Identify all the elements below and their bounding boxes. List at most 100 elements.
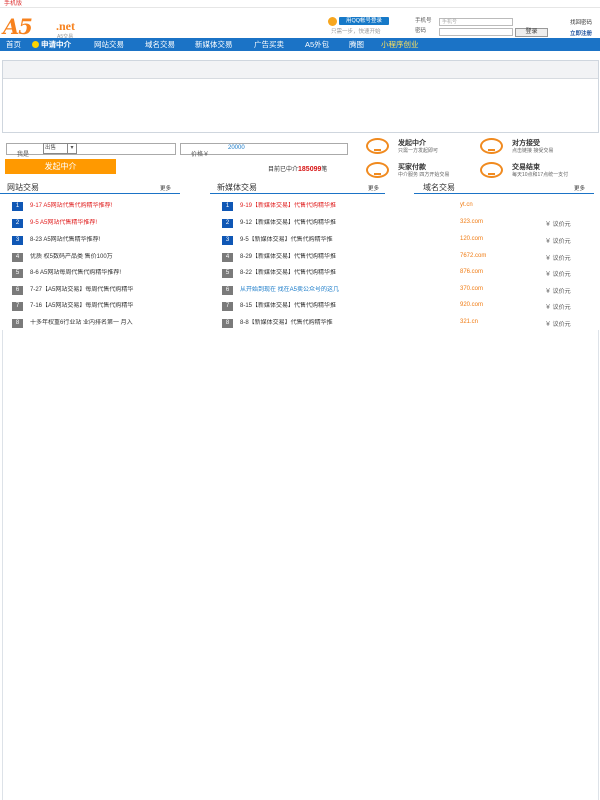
list-item-text[interactable]: 9-12【新媒体交易】代售代购精华推 <box>240 219 383 228</box>
step-finish: 交易结束 每天10点和17点统一支付 <box>474 160 594 180</box>
domain-price: ￥ 议价元 <box>545 272 571 278</box>
rank-badge: 2 <box>222 219 233 228</box>
list-item-text[interactable]: 9-5【新媒体交易】代售代购精华推 <box>240 236 383 245</box>
list-item[interactable]: 920.com ￥ 议价元 <box>414 300 594 316</box>
list-item[interactable]: 2 9-5 A5网站代售精华推荐! <box>0 217 180 233</box>
column-title: 网站交易 <box>7 183 39 192</box>
mobile-version-link[interactable]: 手机版 <box>4 0 22 8</box>
qq-login-button[interactable]: 用QQ帐号登录 <box>339 17 389 25</box>
rank-badge: 7 <box>222 302 233 311</box>
nav-tengtu[interactable]: 腾图 <box>349 38 364 51</box>
price-input[interactable]: 20000 <box>228 145 245 151</box>
list-item-text[interactable]: 9-19【新媒体交易】代售代购精华推 <box>240 202 383 211</box>
list-item-text[interactable]: 9-5 A5网站代售精华推荐! <box>30 219 180 228</box>
rank-badge: 2 <box>12 219 23 228</box>
list-item[interactable]: 6 从开始到现在 找在A5卖公众号的这几 <box>210 284 385 300</box>
password-input[interactable] <box>439 28 513 36</box>
domain-name[interactable]: 323.com <box>460 219 483 225</box>
list-item[interactable]: 5 8-22【新媒体交易】代售代购精华推 <box>210 267 385 283</box>
nav-mini-program[interactable]: 小程序创业 <box>381 38 419 51</box>
rank-badge: 8 <box>12 319 23 328</box>
nav-apply-escrow[interactable]: 申请中介 <box>32 38 71 51</box>
website-trade-list: 网站交易 更多 1 9-17 A5网站代售代购精华推荐! 2 9-5 A5网站代售精… <box>0 178 180 328</box>
escrow-count-number: 185099 <box>298 166 322 173</box>
list-item[interactable]: 1 9-19【新媒体交易】代售代购精华推 <box>210 200 385 216</box>
domain-name[interactable]: 7672.com <box>460 253 486 259</box>
password-label: 密码 <box>415 28 427 34</box>
list-item-text[interactable]: 8-23 A5网站代售精华推荐! <box>30 236 180 245</box>
domain-name[interactable]: 876.com <box>460 269 483 275</box>
list-item-text[interactable]: 9-17 A5网站代售代购精华推荐! <box>30 202 180 211</box>
domain-name[interactable]: 120.com <box>460 236 483 242</box>
list-item-text[interactable]: 8-22【新媒体交易】代售代购精华推 <box>240 269 383 278</box>
rank-badge: 7 <box>12 302 23 311</box>
qq-login[interactable]: 用QQ帐号登录 <box>328 17 389 26</box>
role-select[interactable]: 出售 ▾ <box>43 143 77 154</box>
list-item-text[interactable]: 8-29【新媒体交易】代售代购精华推 <box>240 253 383 262</box>
accept-icon <box>480 138 503 154</box>
domain-name[interactable]: 370.com <box>460 286 483 292</box>
list-item[interactable]: 7672.com ￥ 议价元 <box>414 251 594 267</box>
list-item-text[interactable]: 十多年权重6行业站 业内排名第一 月入 <box>30 319 180 328</box>
login-button[interactable]: 登录 <box>515 28 548 37</box>
more-link[interactable]: 更多 <box>368 184 379 192</box>
list-item[interactable]: 5 8-6 A5网站每周代售代购精华推荐! <box>0 267 180 283</box>
list-item-text[interactable]: 7-16【A5网站交易】每周代售代购精华 <box>30 302 178 311</box>
rank-badge: 6 <box>222 286 233 295</box>
list-item[interactable]: 2 9-12【新媒体交易】代售代购精华推 <box>210 217 385 233</box>
rank-badge: 3 <box>12 236 23 245</box>
rank-badge: 6 <box>12 286 23 295</box>
list-item[interactable]: 6 7-27【A5网站交易】每周代售代购精华 <box>0 284 180 300</box>
rank-badge: 1 <box>12 202 23 211</box>
nav-ads[interactable]: 广告买卖 <box>254 38 284 51</box>
top-bar: 手机版 <box>0 0 600 8</box>
rank-badge: 3 <box>222 236 233 245</box>
phone-input[interactable]: 手机号 <box>439 18 513 26</box>
list-item[interactable]: 323.com ￥ 议价元 <box>414 217 594 233</box>
more-link[interactable]: 更多 <box>160 184 171 192</box>
badge-icon <box>32 41 39 48</box>
list-item[interactable]: 3 8-23 A5网站代售精华推荐! <box>0 234 180 250</box>
nav-newmedia-trade[interactable]: 新媒体交易 <box>195 38 233 51</box>
list-item[interactable]: 876.com ￥ 议价元 <box>414 267 594 283</box>
column-header: 新媒体交易 更多 <box>210 178 385 194</box>
domain-name[interactable]: 321.cn <box>460 319 478 325</box>
list-item[interactable]: 120.com ￥ 议价元 <box>414 234 594 250</box>
nav-home[interactable]: 首页 <box>6 38 21 51</box>
domain-name[interactable]: yt.cn <box>460 202 473 208</box>
list-item-text[interactable]: 7-27【A5网站交易】每周代售代购精华 <box>30 286 178 295</box>
list-item[interactable]: 4 8-29【新媒体交易】代售代购精华推 <box>210 251 385 267</box>
escrow-launch-panel: 我是 出售 ▾ 价格￥ 20000 发起中介 目前已中介185099笔 <box>0 140 360 180</box>
list-item-text[interactable]: 8-15【新媒体交易】代售代购精华推 <box>240 302 383 311</box>
more-link[interactable]: 更多 <box>574 184 585 192</box>
nav-website-trade[interactable]: 网站交易 <box>94 38 124 51</box>
list-item[interactable]: 7 7-16【A5网站交易】每周代售代购精华 <box>0 300 180 316</box>
launch-escrow-button[interactable]: 发起中介 <box>5 159 116 174</box>
list-item-text[interactable]: 从开始到现在 找在A5卖公众号的这几 <box>240 286 383 295</box>
list-item[interactable]: 370.com ￥ 议价元 <box>414 284 594 300</box>
domain-price: ￥ 议价元 <box>545 322 571 328</box>
domain-price: ￥ 议价元 <box>545 305 571 311</box>
list-item[interactable]: 4 优质 权5数码产品类 售价100万 <box>0 251 180 267</box>
price-label: 价格￥ <box>191 152 210 158</box>
list-item[interactable]: 1 9-17 A5网站代售代购精华推荐! <box>0 200 180 216</box>
qq-penguin-icon <box>328 17 337 26</box>
column-title: 新媒体交易 <box>217 183 257 192</box>
list-item-text[interactable]: 优质 权5数码产品类 售价100万 <box>30 253 180 262</box>
step-pay: 买家付款 中介服务 四方开始交易 <box>360 160 480 180</box>
domain-name[interactable]: 920.com <box>460 302 483 308</box>
step-launch: 发起中介 只需一方发起即可 <box>360 136 480 156</box>
list-item[interactable]: yt.cn <box>414 200 594 216</box>
list-item-text[interactable]: 8-8【新媒体交易】代售代购精华推 <box>240 319 383 328</box>
role-label: 我是 <box>17 152 30 158</box>
list-item-text[interactable]: 8-6 A5网站每周代售代购精华推荐! <box>30 269 180 278</box>
step-desc: 点击链接 接受交易 <box>512 148 554 154</box>
nav-outsourcing[interactable]: A5外包 <box>305 38 329 51</box>
site-logo[interactable]: A5 .net A5交易 <box>3 16 83 40</box>
register-link[interactable]: 立即注册 <box>570 29 592 37</box>
find-password-link[interactable]: 找回密码 <box>570 18 592 26</box>
list-item[interactable]: 3 9-5【新媒体交易】代售代购精华推 <box>210 234 385 250</box>
domain-trade-list: 域名交易 更多 yt.cn 323.com ￥ 议价元 120.com ￥ 议价元 … <box>414 178 594 328</box>
list-item[interactable]: 7 8-15【新媒体交易】代售代购精华推 <box>210 300 385 316</box>
nav-domain-trade[interactable]: 域名交易 <box>145 38 175 51</box>
